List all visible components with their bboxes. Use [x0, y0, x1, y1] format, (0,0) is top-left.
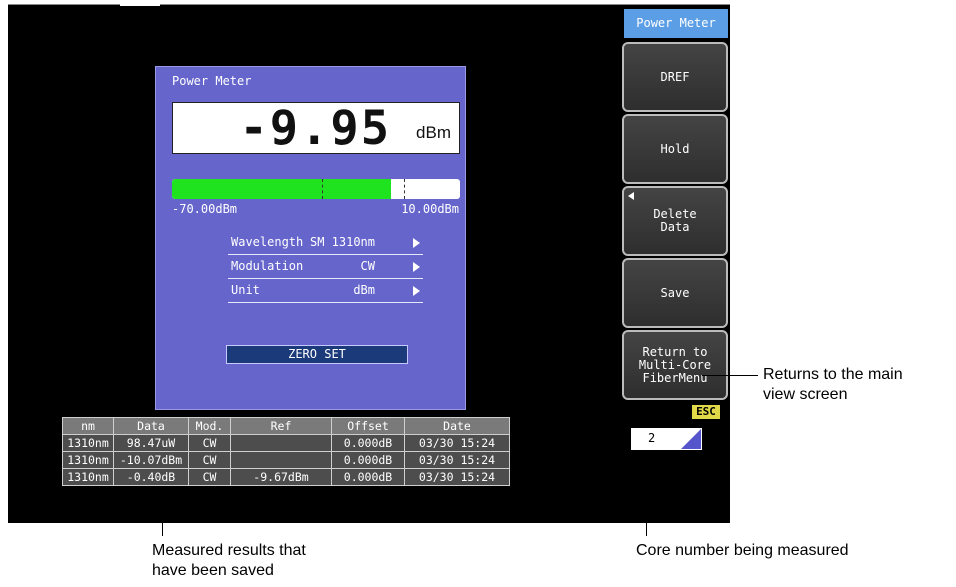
cell-date: 03/30 15:24 — [404, 434, 510, 452]
corner-triangle-icon — [681, 429, 701, 449]
unit-value: dBm — [353, 283, 375, 297]
column-header: Offset — [331, 417, 405, 435]
bar-min-label: -70.00dBm — [172, 202, 238, 216]
return-to-multicore-button[interactable]: Return to Multi-Core FiberMenu — [622, 330, 728, 400]
dref-label: DREF — [660, 69, 690, 84]
unit-label: Unit — [231, 283, 260, 297]
softkey-menu-title: Power Meter — [624, 9, 728, 38]
cell-mod: CW — [188, 468, 231, 486]
cell-nm: 1310nm — [62, 468, 114, 486]
top-border-gap — [120, 3, 160, 6]
core-number: 2 — [648, 431, 656, 445]
power-meter-panel: Power Meter -9.95 dBm -70.00dBm 10.00dBm… — [155, 66, 466, 410]
dref-button[interactable]: DREF — [622, 42, 728, 112]
table-row[interactable]: 1310nm -0.40dB CW -9.67dBm 0.000dB 03/30… — [62, 468, 510, 486]
saved-results-table: nm Data Mod. Ref Offset Date 1310nm 98.4… — [62, 417, 510, 486]
delete-data-label: Delete Data — [653, 207, 697, 234]
cell-mod: CW — [188, 434, 231, 452]
cell-offset: 0.000dB — [331, 434, 405, 452]
column-header: Data — [113, 417, 189, 435]
cell-ref — [230, 434, 332, 452]
core-annotation: Core number being measured — [636, 542, 849, 559]
wavelength-value: SM 1310nm — [309, 235, 375, 249]
table-header-row: nm Data Mod. Ref Offset Date — [62, 417, 510, 435]
power-unit: dBm — [416, 123, 451, 142]
level-bar-fill — [172, 179, 391, 199]
hold-label: Hold — [660, 141, 690, 156]
table-row[interactable]: 1310nm 98.47uW CW 0.000dB 03/30 15:24 — [62, 434, 510, 452]
column-header: Date — [404, 417, 510, 435]
level-bar-marker — [404, 179, 405, 199]
wavelength-label: Wavelength — [231, 235, 304, 249]
column-header: Mod. — [188, 417, 231, 435]
saved-annotation: Measured results that have been saved — [152, 542, 306, 579]
cell-date: 03/30 15:24 — [404, 451, 510, 469]
cell-nm: 1310nm — [62, 451, 114, 469]
save-button[interactable]: Save — [622, 258, 728, 328]
bar-max-label: 10.00dBm — [401, 202, 459, 216]
return-label: Return to Multi-Core FiberMenu — [638, 344, 712, 385]
power-readout: -9.95 dBm — [172, 101, 460, 156]
modulation-arrow-icon[interactable] — [413, 262, 420, 272]
table-row[interactable]: 1310nm -10.07dBm CW 0.000dB 03/30 15:24 — [62, 451, 510, 469]
wavelength-setting[interactable]: Wavelength SM 1310nm — [228, 232, 423, 255]
cell-ref: -9.67dBm — [230, 468, 332, 486]
unit-setting[interactable]: Unit dBm — [228, 280, 423, 303]
modulation-setting[interactable]: Modulation CW — [228, 256, 423, 279]
saved-leader-line — [162, 492, 163, 536]
cell-data: 98.47uW — [113, 434, 189, 452]
delete-data-button[interactable]: Delete Data — [622, 186, 728, 256]
power-value: -9.95 — [239, 101, 391, 156]
cell-date: 03/30 15:24 — [404, 468, 510, 486]
hold-button[interactable]: Hold — [622, 114, 728, 184]
return-annotation: Returns to the main view screen — [763, 366, 903, 403]
cell-mod: CW — [188, 451, 231, 469]
esc-icon[interactable]: ESC — [692, 405, 720, 419]
cell-offset: 0.000dB — [331, 468, 405, 486]
save-label: Save — [660, 285, 690, 300]
panel-title: Power Meter — [172, 74, 252, 88]
core-leader-line — [646, 450, 647, 536]
level-bar-marker — [322, 179, 323, 199]
cell-nm: 1310nm — [62, 434, 114, 452]
cell-data: -10.07dBm — [113, 451, 189, 469]
cell-offset: 0.000dB — [331, 451, 405, 469]
column-header: nm — [62, 417, 114, 435]
left-arrow-icon — [628, 192, 634, 200]
zero-set-button[interactable]: ZERO SET — [226, 345, 408, 364]
modulation-label: Modulation — [231, 259, 304, 273]
modulation-value: CW — [360, 259, 375, 273]
return-leader-line — [702, 375, 758, 376]
column-header: Ref — [230, 417, 332, 435]
cell-data: -0.40dB — [113, 468, 189, 486]
wavelength-arrow-icon[interactable] — [413, 238, 420, 248]
cell-ref — [230, 451, 332, 469]
unit-arrow-icon[interactable] — [413, 286, 420, 296]
level-bar — [172, 179, 460, 199]
core-number-box: 2 — [631, 428, 702, 450]
